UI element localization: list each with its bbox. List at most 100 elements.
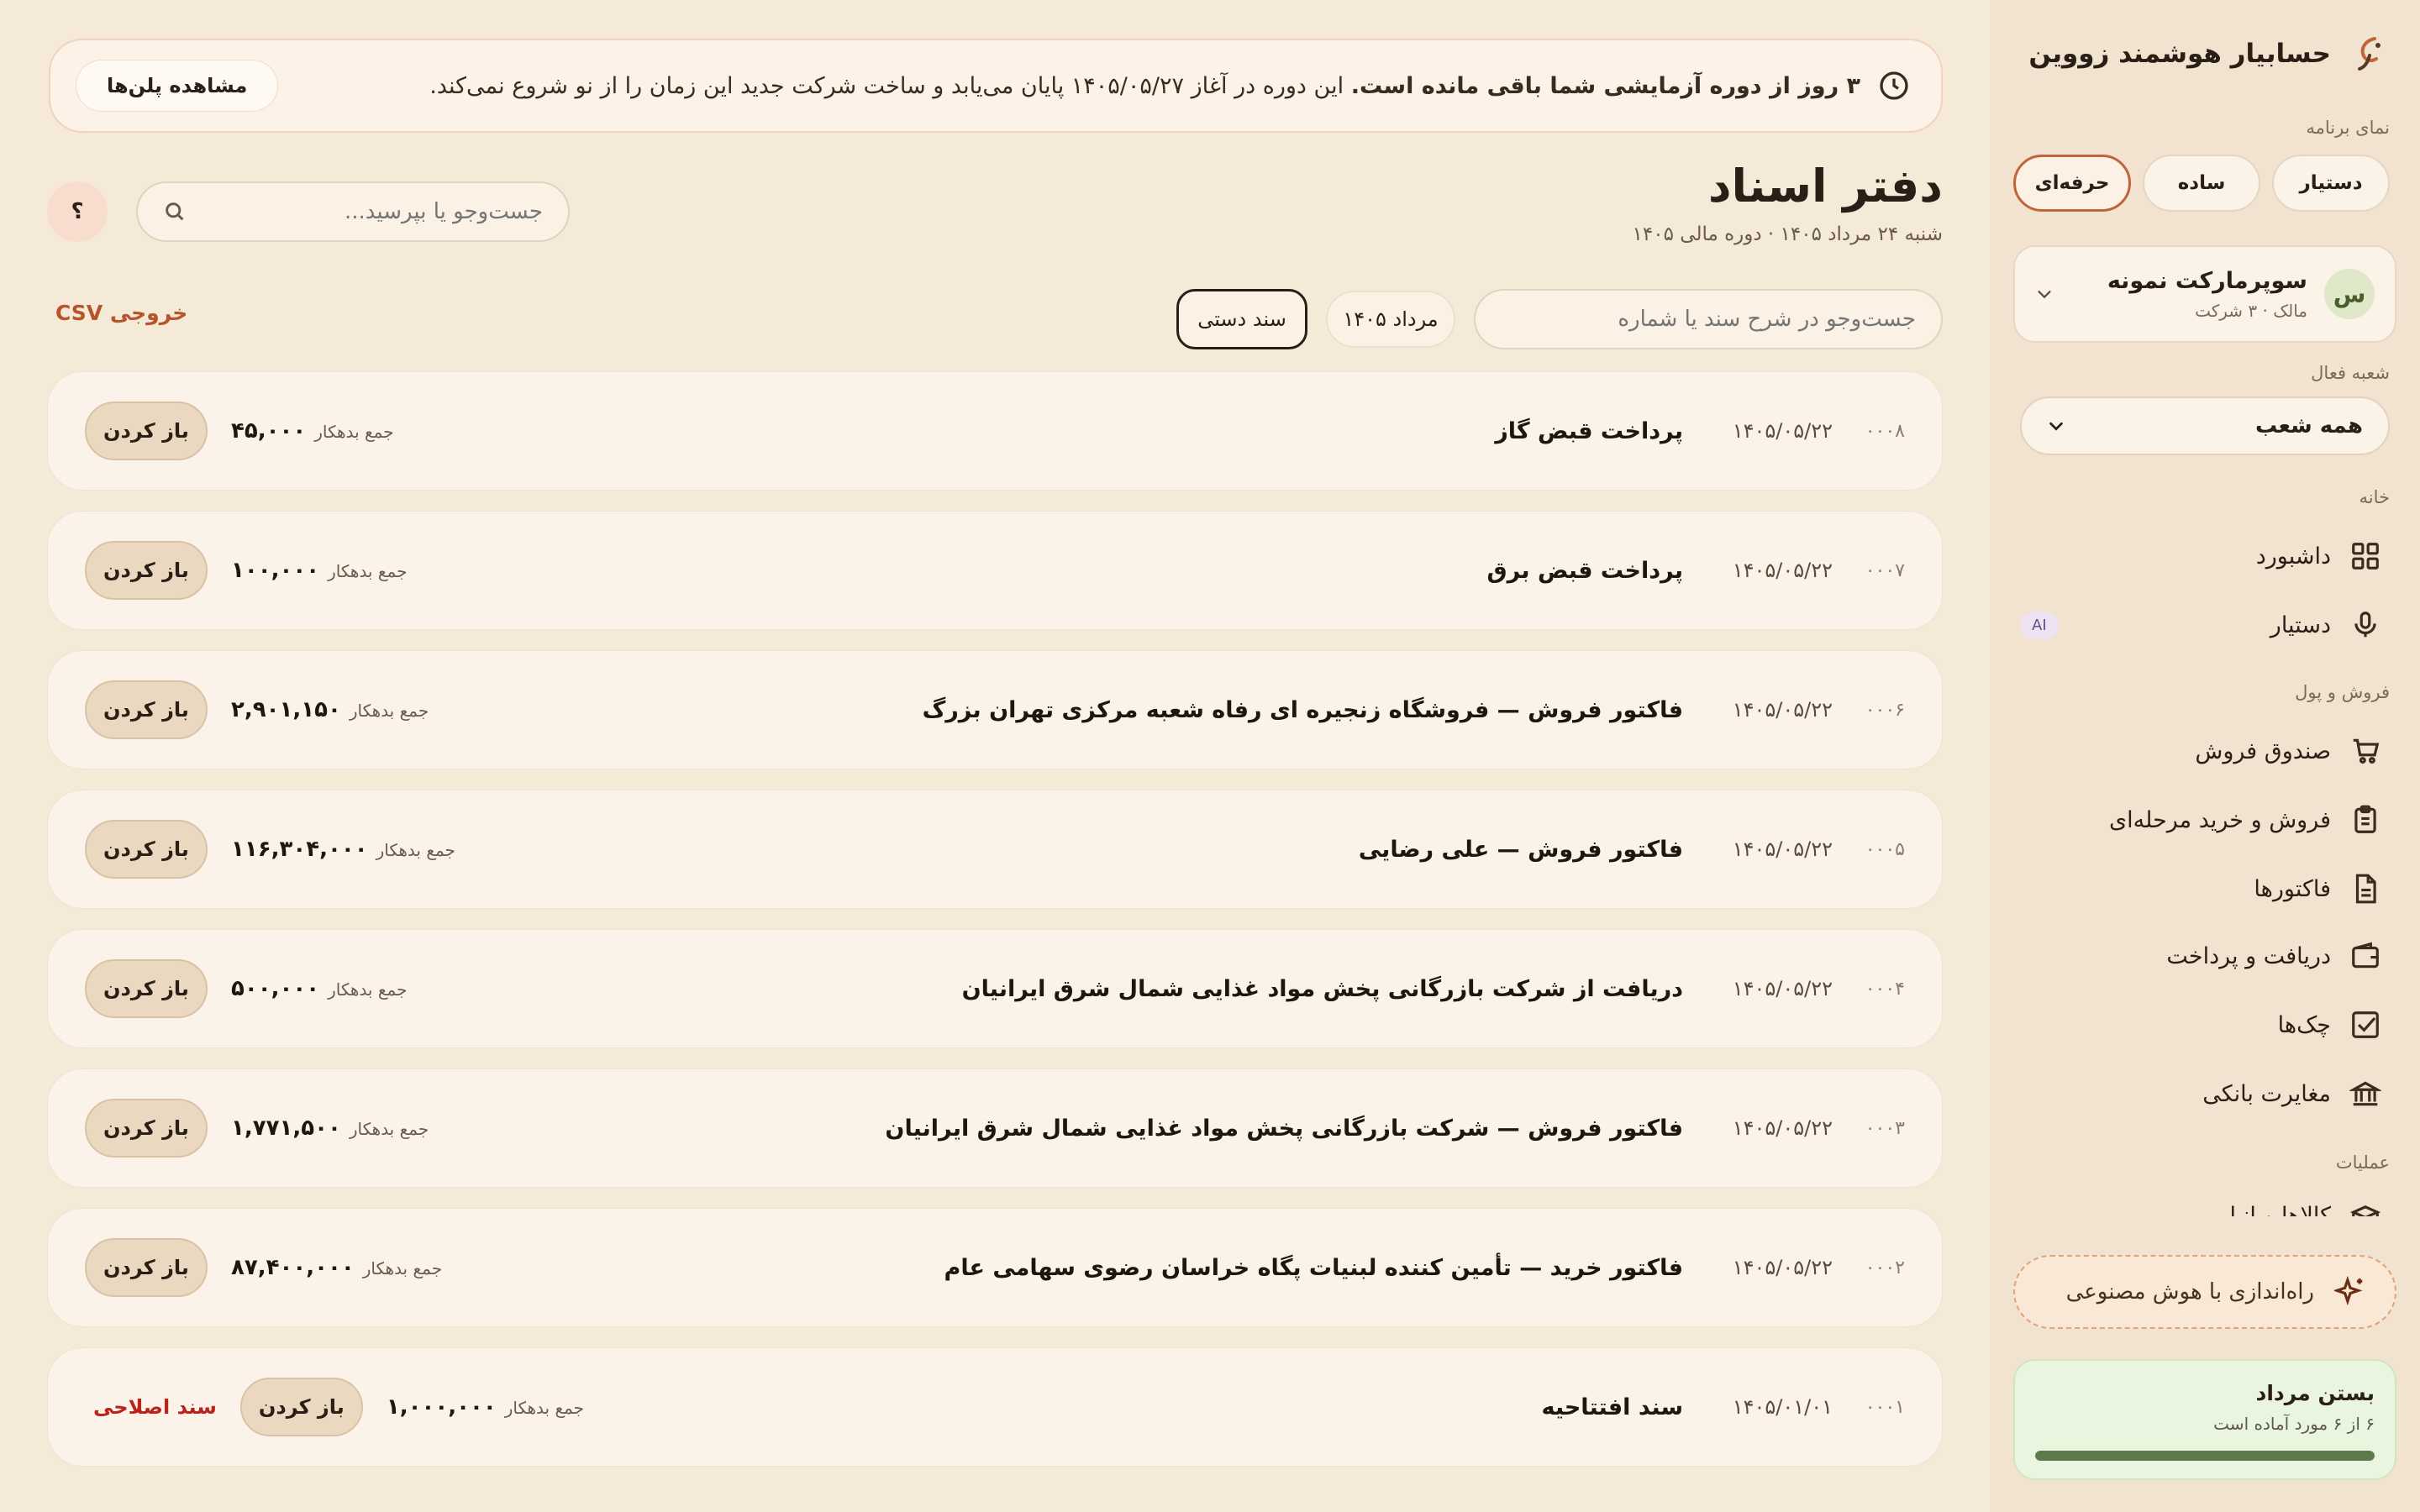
debit-total-label: جمع بدهکار (376, 840, 455, 860)
mode-pro-button[interactable]: حرفه‌ای (2013, 155, 2131, 212)
document-number: ۰۰۰۶ (1865, 699, 1905, 721)
document-date: ۱۴۰۵/۰۵/۲۲ (1732, 559, 1833, 582)
document-number: ۰۰۰۳ (1865, 1117, 1905, 1139)
document-total: جمع بدهکار ۲,۹۰۱,۱۵۰ (231, 697, 429, 722)
document-row[interactable]: ۰۰۰۴ ۱۴۰۵/۰۵/۲۲ دریافت از شرکت بازرگانی پخ… (47, 929, 1943, 1048)
company-avatar: س (2324, 269, 2375, 319)
document-title: فاکتور خرید — تأمین کننده لبنیات پگاه خر… (944, 1254, 1683, 1281)
document-total: جمع بدهکار ۱,۷۷۱,۵۰۰ (231, 1116, 429, 1141)
sidebar-item-label: داشبورد (2255, 543, 2331, 570)
document-date: ۱۴۰۵/۰۵/۲۲ (1732, 1256, 1833, 1279)
document-row[interactable]: ۰۰۰۲ ۱۴۰۵/۰۵/۲۲ فاکتور خرید — تأمین کننده … (47, 1208, 1943, 1327)
document-date: ۱۴۰۵/۰۵/۲۲ (1732, 837, 1833, 861)
document-row[interactable]: ۰۰۰۸ ۱۴۰۵/۰۵/۲۲ پرداخت قبض گاز جمع بدهکار ۴۵… (47, 371, 1943, 491)
document-total: جمع بدهکار ۴۵,۰۰۰ (231, 418, 394, 444)
document-row[interactable]: ۰۰۰۵ ۱۴۰۵/۰۵/۲۲ فاکتور فروش — علی رضایی جمع… (47, 790, 1943, 909)
document-row[interactable]: ۰۰۰۶ ۱۴۰۵/۰۵/۲۲ فاکتور فروش — فروشگاه زنجی… (47, 650, 1943, 769)
document-date: ۱۴۰۵/۰۵/۲۲ (1732, 698, 1833, 722)
document-actions: جمع بدهکار ۱,۰۰۰,۰۰۰ باز کردن سند اصلاحی (85, 1378, 584, 1436)
document-total: جمع بدهکار ۵۰۰,۰۰۰ (231, 976, 407, 1001)
open-document-button[interactable]: باز کردن (85, 820, 208, 879)
company-switcher[interactable]: س سوپرمارکت نمونه مالک · ۳ شرکت (2013, 245, 2396, 343)
sidebar-item-assistant[interactable]: دستیار AI (2020, 600, 2390, 650)
debit-total-value: ۱,۷۷۱,۵۰۰ (231, 1116, 341, 1141)
branch-select[interactable]: همه شعب (2020, 396, 2390, 455)
bank-icon (2349, 1081, 2381, 1106)
document-date: ۱۴۰۵/۰۵/۲۲ (1732, 1116, 1833, 1140)
manual-document-button[interactable]: سند دستی (1176, 289, 1307, 349)
sidebar-item-cheques[interactable]: چک‌ها (2020, 1000, 2390, 1050)
open-document-button[interactable]: باز کردن (85, 959, 208, 1018)
sidebar: حسابیار هوشمند زووین نمای برنامه دستیار … (1990, 0, 2420, 1512)
document-row[interactable]: ۰۰۰۱ ۱۴۰۵/۰۱/۰۱ سند افتتاحیه جمع بدهکار ۱,۰۰… (47, 1347, 1943, 1467)
csv-export-button[interactable]: خروجی CSV (55, 301, 187, 325)
close-period-card[interactable]: بستن مرداد ۶ از ۶ مورد آماده است (2013, 1359, 2396, 1480)
sidebar-item-invoices[interactable]: فاکتورها (2020, 864, 2390, 914)
sidebar-item-label: دستیار (2270, 612, 2331, 638)
microphone-icon (2354, 612, 2376, 638)
document-number: ۰۰۰۲ (1865, 1257, 1905, 1278)
document-total: جمع بدهکار ۱,۰۰۰,۰۰۰ (387, 1394, 584, 1420)
sidebar-item-label: فروش و خرید مرحله‌ای (2109, 806, 2331, 833)
document-title: پرداخت قبض گاز (1495, 417, 1683, 444)
chevron-down-icon (2038, 291, 2051, 299)
document-number: ۰۰۰۷ (1865, 559, 1905, 581)
mode-simple-button[interactable]: ساده (2143, 155, 2260, 212)
view-plans-button[interactable]: مشاهده پلن‌ها (76, 60, 279, 112)
sidebar-item-dashboard[interactable]: داشبورد (2020, 531, 2390, 581)
section-operations-label: عملیات (2335, 1152, 2390, 1173)
document-date: ۱۴۰۵/۰۵/۲۲ (1732, 419, 1833, 443)
document-actions: جمع بدهکار ۵۰۰,۰۰۰ باز کردن (85, 959, 407, 1018)
document-filter-search[interactable] (1474, 289, 1943, 349)
document-title: پرداخت قبض برق (1486, 557, 1684, 584)
sidebar-item-bank-recon[interactable]: مغایرت بانکی (2020, 1068, 2390, 1119)
close-period-subtitle: ۶ از ۶ مورد آماده است (2213, 1414, 2375, 1434)
open-document-button[interactable]: باز کردن (85, 680, 208, 739)
open-document-button[interactable]: باز کردن (85, 402, 208, 460)
branch-select-value: همه شعب (2254, 413, 2363, 438)
sidebar-item-staged-sales[interactable]: فروش و خرید مرحله‌ای (2020, 795, 2390, 845)
document-title: دریافت از شرکت بازرگانی پخش مواد غذایی ش… (961, 975, 1683, 1002)
help-button[interactable]: ؟ (47, 181, 108, 242)
open-document-button[interactable]: باز کردن (85, 1099, 208, 1158)
sparkle-icon (2334, 1276, 2363, 1306)
document-actions: جمع بدهکار ۲,۹۰۱,۱۵۰ باز کردن (85, 680, 429, 739)
sidebar-item-label: دریافت و پرداخت (2166, 942, 2331, 969)
document-filter-input[interactable] (1501, 307, 1916, 332)
mode-assistant-button[interactable]: دستیار (2272, 155, 2390, 212)
section-sales-label: فروش و پول (2295, 682, 2390, 702)
open-document-button[interactable]: باز کردن (85, 1238, 208, 1297)
sidebar-item-label: مغایرت بانکی (2202, 1080, 2331, 1107)
document-date: ۱۴۰۵/۰۵/۲۲ (1732, 977, 1833, 1000)
correction-document-link[interactable]: سند اصلاحی (93, 1395, 217, 1419)
global-search[interactable] (136, 181, 570, 242)
document-total: جمع بدهکار ۱۱۶,۳۰۴,۰۰۰ (231, 837, 455, 862)
ai-setup-button[interactable]: راه‌اندازی با هوش مصنوعی (2013, 1255, 2396, 1329)
sidebar-item-pos[interactable]: صندوق فروش (2020, 726, 2390, 776)
period-filter-chip[interactable]: مرداد ۱۴۰۵ (1326, 291, 1455, 348)
global-search-input[interactable] (200, 199, 543, 224)
document-number: ۰۰۰۵ (1865, 838, 1905, 860)
view-mode-group: دستیار ساده حرفه‌ای (2013, 155, 2390, 212)
document-row[interactable]: ۰۰۰۷ ۱۴۰۵/۰۵/۲۲ پرداخت قبض برق جمع بدهکار ۱۰… (47, 511, 1943, 630)
sidebar-item-goods[interactable]: کالاها و انبار (2020, 1193, 2390, 1216)
debit-total-label: جمع بدهکار (314, 422, 394, 442)
close-period-progress-fill (2035, 1451, 2375, 1461)
document-title: فاکتور فروش — شرکت بازرگانی پخش مواد غذا… (885, 1115, 1683, 1142)
open-document-button[interactable]: باز کردن (85, 541, 208, 600)
view-mode-label: نمای برنامه (2306, 118, 2390, 138)
sidebar-item-receive-pay[interactable]: دریافت و پرداخت (2020, 931, 2390, 981)
company-role: مالک · ۳ شرکت (2195, 300, 2307, 321)
ai-badge: AI (2020, 611, 2059, 639)
document-actions: جمع بدهکار ۱,۷۷۱,۵۰۰ باز کردن (85, 1099, 429, 1158)
trial-message: ۳ روز از دوره آزمایشی شما باقی مانده است… (429, 73, 1860, 99)
debit-total-label: جمع بدهکار (328, 561, 408, 581)
document-title: فاکتور فروش — علی رضایی (1358, 836, 1683, 863)
sidebar-item-label: فاکتورها (2254, 875, 2331, 902)
document-date: ۱۴۰۵/۰۱/۰۱ (1732, 1395, 1833, 1419)
document-row[interactable]: ۰۰۰۳ ۱۴۰۵/۰۵/۲۲ فاکتور فروش — شرکت بازرگان… (47, 1068, 1943, 1188)
close-period-title: بستن مرداد (2255, 1381, 2375, 1405)
document-actions: جمع بدهکار ۸۷,۴۰۰,۰۰۰ باز کردن (85, 1238, 442, 1297)
brand-logo-icon (2358, 37, 2381, 71)
open-document-button[interactable]: باز کردن (239, 1378, 363, 1436)
